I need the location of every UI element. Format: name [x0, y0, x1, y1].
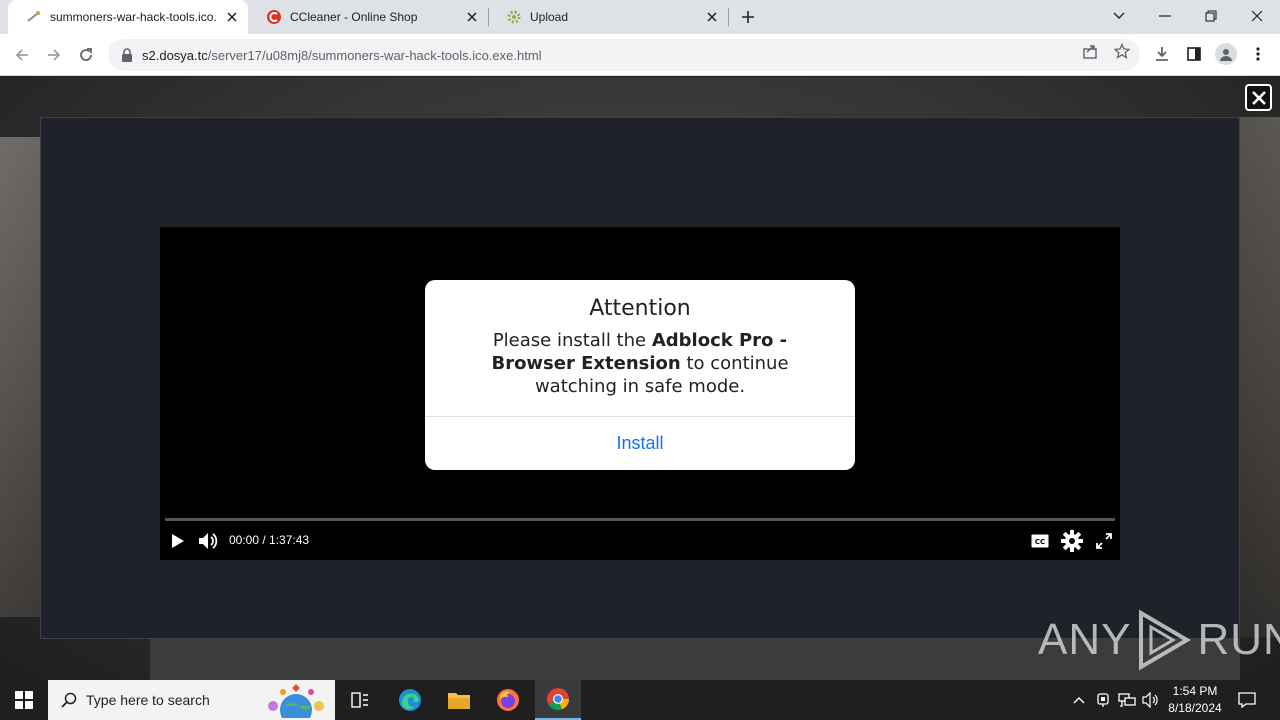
file-explorer-icon[interactable]: [439, 680, 479, 720]
share-icon[interactable]: [1081, 42, 1099, 60]
wand-icon: [26, 9, 42, 25]
notification-icon[interactable]: [1236, 680, 1258, 720]
ccleaner-icon: [266, 9, 282, 25]
back-arrow-icon[interactable]: [10, 43, 34, 67]
watermark-text: ANY: [1038, 615, 1132, 664]
lock-icon[interactable]: [120, 48, 134, 62]
video-controls: 00:00 / 1:37:43 CC: [160, 521, 1120, 560]
windows-taskbar: Type here to search 1:54 PM 8/18/2024: [0, 680, 1280, 720]
reload-icon[interactable]: [74, 43, 98, 67]
tab-title: CCleaner - Online Shop: [290, 10, 418, 24]
more-menu-icon[interactable]: [1247, 43, 1269, 65]
tab-summoners[interactable]: summoners-war-hack-tools.ico.: [8, 0, 248, 34]
close-overlay-button[interactable]: [1245, 84, 1272, 111]
browser-tab-strip: summoners-war-hack-tools.ico. CCleaner -…: [0, 0, 1280, 34]
show-hidden-icons-chevron-icon[interactable]: [1068, 680, 1090, 720]
tab-search-dropdown-icon[interactable]: [1096, 0, 1142, 32]
start-button[interactable]: [0, 680, 48, 720]
install-button[interactable]: Install: [425, 417, 855, 470]
task-view-icon[interactable]: [340, 680, 380, 720]
play-icon[interactable]: [166, 530, 188, 552]
dialog-message-text: Please install the: [492, 330, 652, 351]
tab-divider: [728, 8, 729, 26]
gear-loading-icon: [506, 9, 522, 25]
tab-ccleaner[interactable]: CCleaner - Online Shop: [248, 0, 488, 34]
ethernet-icon[interactable]: [1116, 680, 1138, 720]
browser-toolbar: s2.dosya.tc/server17/u08mj8/summoners-wa…: [0, 34, 1280, 76]
tab-title: Upload: [530, 10, 569, 24]
close-tab-icon[interactable]: [224, 9, 240, 25]
svg-text:CC: CC: [1035, 538, 1045, 546]
minimize-icon[interactable]: [1142, 0, 1188, 32]
windows-logo-icon: [15, 691, 33, 709]
side-panel-icon[interactable]: [1183, 43, 1205, 65]
network-device-icon[interactable]: [1092, 680, 1114, 720]
profile-avatar-icon[interactable]: [1215, 43, 1237, 65]
download-icon[interactable]: [1151, 43, 1173, 65]
firefox-icon[interactable]: [488, 680, 528, 720]
chrome-icon[interactable]: [535, 680, 581, 720]
taskbar-search-box[interactable]: Type here to search: [48, 680, 335, 720]
close-tab-icon[interactable]: [464, 9, 480, 25]
close-tab-icon[interactable]: [704, 9, 720, 25]
search-placeholder: Type here to search: [86, 692, 210, 708]
restore-icon[interactable]: [1188, 0, 1234, 32]
system-clock[interactable]: 1:54 PM 8/18/2024: [1158, 683, 1232, 717]
search-icon: [60, 691, 78, 709]
play-triangle-icon: [1139, 609, 1192, 671]
edge-browser-icon[interactable]: [390, 680, 430, 720]
page-viewport: Attention Please install the Adblock Pro…: [0, 77, 1280, 680]
address-bar[interactable]: s2.dosya.tc/server17/u08mj8/summoners-wa…: [108, 39, 1140, 71]
video-time: 00:00 / 1:37:43: [229, 533, 310, 547]
close-window-icon[interactable]: [1234, 0, 1280, 32]
captions-icon[interactable]: CC: [1029, 530, 1051, 552]
search-highlight-illustration-icon: [268, 684, 324, 718]
url-path: /server17/u08mj8/summoners-war-hack-tool…: [207, 47, 542, 63]
anyrun-watermark: ANY RUN: [1038, 609, 1280, 671]
clock-time: 1:54 PM: [1172, 684, 1218, 698]
tab-upload[interactable]: Upload: [488, 0, 728, 34]
clock-date: 8/18/2024: [1168, 701, 1222, 715]
volume-icon[interactable]: [197, 530, 219, 552]
url-host: s2.dosya.tc: [142, 47, 208, 63]
dialog-title: Attention: [589, 296, 691, 321]
attention-dialog: Attention Please install the Adblock Pro…: [425, 280, 855, 470]
settings-gear-icon[interactable]: [1061, 530, 1083, 552]
bookmark-star-icon[interactable]: [1113, 42, 1131, 60]
forward-arrow-icon[interactable]: [42, 43, 66, 67]
new-tab-button[interactable]: [738, 7, 758, 27]
url-text: s2.dosya.tc/server17/u08mj8/summoners-wa…: [142, 48, 542, 63]
tab-title: summoners-war-hack-tools.ico.: [50, 10, 217, 24]
close-icon: [1251, 90, 1266, 105]
dialog-message: Please install the Adblock Pro - Browser…: [453, 329, 827, 398]
watermark-text: RUN: [1197, 615, 1280, 664]
video-player[interactable]: Attention Please install the Adblock Pro…: [160, 227, 1120, 560]
fullscreen-icon[interactable]: [1093, 530, 1115, 552]
